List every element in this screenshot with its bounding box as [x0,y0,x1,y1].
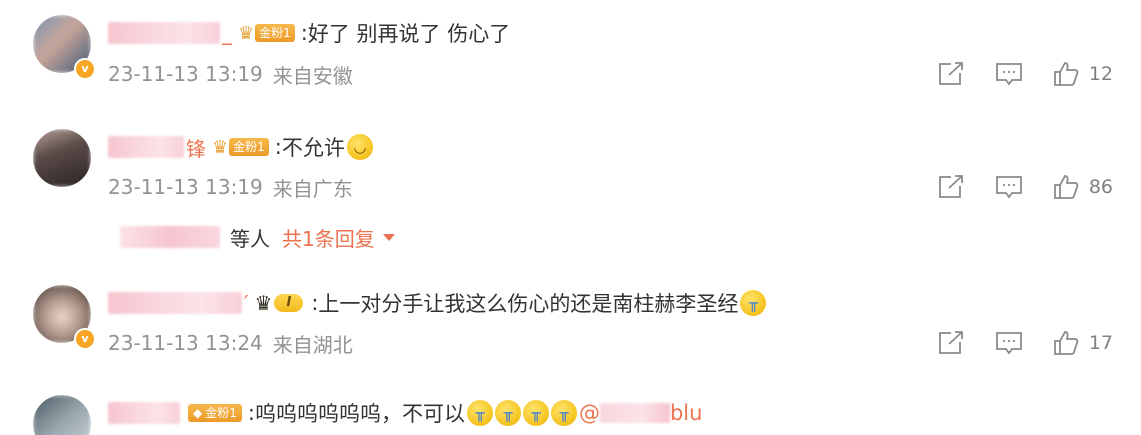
reply-user-blurred[interactable] [120,226,220,248]
smile-emoji: ◡ [346,134,373,160]
share-icon [938,331,963,354]
reply-button[interactable] [995,330,1023,356]
comment-header: ◆ 金粉1 : 呜呜呜呜呜呜，不可以 ╥ ╥ ╥ ╥ @ blu [108,397,702,429]
like-button[interactable]: 12 [1053,61,1113,87]
like-count: 17 [1088,332,1113,354]
username-blurred[interactable] [108,292,242,314]
reply-who-suffix: 等人 [230,226,270,251]
avatar-image [33,129,91,187]
comment-item: v _ ♛ 金粉1 : 好了 别再说了 伤心了 23-11-13 13:19 来… [0,0,1141,110]
comment-text: 不允许 [281,136,345,160]
colon: : [247,401,255,425]
comment-location: 来自安徽 [272,63,353,88]
colon: : [311,291,319,315]
avatar-image [33,395,91,435]
colon: : [300,21,308,45]
fan-level-badge[interactable]: ♛ 金粉1 [238,23,295,44]
thumbs-up-icon [1053,62,1079,86]
badge-gem-icon: ◆ [193,406,203,420]
cry-emoji: ╥ [740,290,767,316]
comment-header: ′ ♛ I : 上一对分手让我这么伤心的还是南柱赫李圣经 ╥ [108,287,767,319]
comment-actions: 86 [937,172,1113,202]
vip-crown-icon: ♛ [254,291,273,315]
thumbs-up-icon [1053,331,1079,355]
comment-header: _ ♛ 金粉1 : 好了 别再说了 伤心了 [108,17,510,49]
share-button[interactable] [937,330,965,356]
share-icon [938,175,963,198]
comment-header: 锋 ♛ 金粉1 : 不允许 ◡ [108,131,373,163]
mention-tail[interactable]: blu [670,401,702,425]
cry-emoji: ╥ [522,400,549,426]
like-button[interactable]: 86 [1053,174,1113,200]
avatar[interactable] [33,395,91,435]
comment-icon [995,63,1022,86]
comment-text: 呜呜呜呜呜呜，不可以 [254,402,465,426]
share-button[interactable] [937,174,965,200]
comment-text: 好了 别再说了 伤心了 [307,22,511,46]
comment-time: 23-11-13 13:19 [108,175,263,199]
reply-summary: 等人 共1条回复 [120,222,395,252]
comment-location: 来自湖北 [272,332,353,357]
username-blurred[interactable] [108,402,180,424]
vip-level-label: I [274,294,304,312]
thumbs-up-icon [1053,175,1079,199]
cry-emoji: ╥ [494,400,521,426]
comment-location: 来自广东 [272,176,353,201]
caret-down-icon[interactable] [382,233,395,241]
view-replies-link[interactable]: 共1条回复 [282,223,375,252]
comment-meta: 23-11-13 13:19 来自广东 [108,172,353,202]
avatar[interactable] [33,129,91,187]
comment-meta: 23-11-13 13:19 来自安徽 [108,59,353,89]
verified-icon: v [74,328,96,350]
comment-actions: 12 [937,59,1113,89]
comment-item: ◆ 金粉1 : 呜呜呜呜呜呜，不可以 ╥ ╥ ╥ ╥ @ blu [0,383,1141,435]
cry-emoji: ╥ [466,400,493,426]
comment-icon [995,332,1022,355]
colon: : [274,135,282,159]
comment-icon [995,176,1022,199]
comment-item: 锋 ♛ 金粉1 : 不允许 ◡ 23-11-13 13:19 来自广东 86 等… [0,114,1141,269]
mention-prefix[interactable]: @ [579,401,600,425]
like-count: 86 [1088,176,1113,198]
like-button[interactable]: 17 [1053,330,1113,356]
username-tail[interactable]: 锋 [186,133,206,162]
fan-level-label: 金粉1 [229,138,269,156]
mention-blurred[interactable] [599,403,670,423]
fan-level-label: 金粉1 [255,24,295,42]
comment-meta: 23-11-13 13:24 来自湖北 [108,328,353,358]
share-icon [938,62,963,85]
username-tail[interactable]: _ [222,21,232,45]
username-tail[interactable]: ′ [244,291,249,315]
reply-button[interactable] [995,61,1023,87]
share-button[interactable] [937,61,965,87]
crown-icon: ♛ [238,22,255,44]
fan-level-label: 金粉1 [205,406,237,420]
reply-button[interactable] [995,174,1023,200]
comment-time: 23-11-13 13:19 [108,62,263,86]
username-blurred[interactable] [108,22,220,44]
comment-text: 上一对分手让我这么伤心的还是南柱赫李圣经 [318,292,739,316]
username-blurred[interactable] [108,136,184,158]
comment-actions: 17 [937,328,1113,358]
fan-badge-icon[interactable]: ◆ 金粉1 [188,404,242,422]
crown-icon: ♛ [212,136,229,158]
vip-badge[interactable]: ♛ I [255,291,304,315]
comment-time: 23-11-13 13:24 [108,331,263,355]
fan-level-badge[interactable]: ♛ 金粉1 [212,137,269,158]
comment-item: v ′ ♛ I : 上一对分手让我这么伤心的还是南柱赫李圣经 ╥ 23-11-1… [0,270,1141,380]
verified-icon: v [74,58,96,80]
like-count: 12 [1088,63,1113,85]
cry-emoji: ╥ [550,400,577,426]
